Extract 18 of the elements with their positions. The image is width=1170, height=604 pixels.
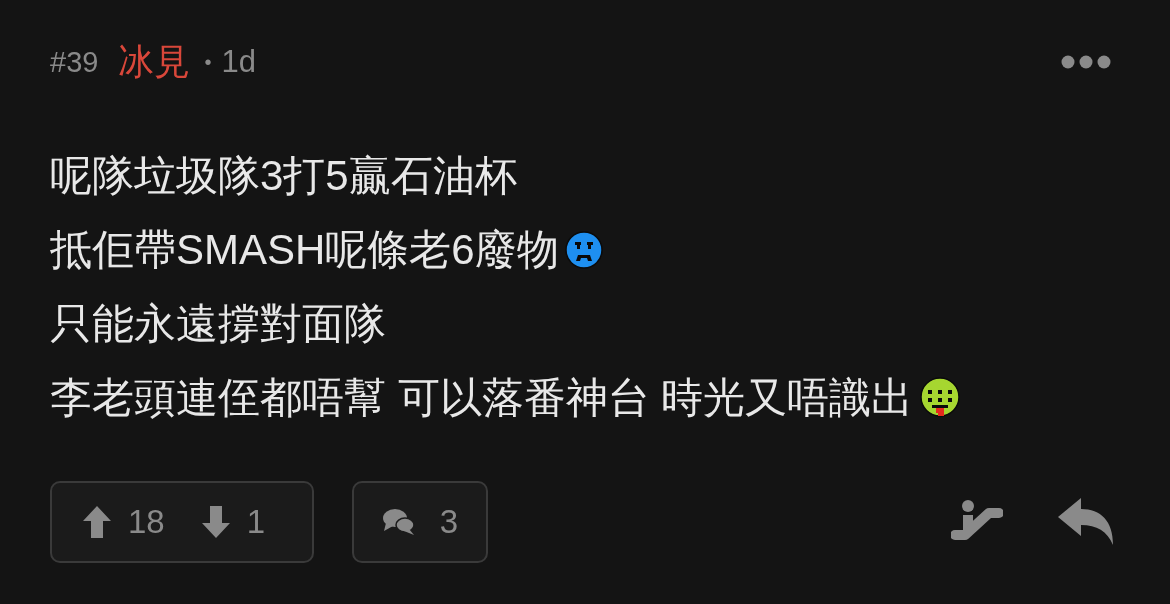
post-text-line: 呢隊垃圾隊3打5贏石油杯 — [50, 151, 517, 201]
comments-button[interactable]: 3 — [352, 481, 488, 563]
sad-face-icon — [564, 231, 603, 269]
speech-bubbles-icon — [381, 507, 416, 537]
more-options-icon[interactable] — [1061, 55, 1111, 69]
upvote-button[interactable]: 18 — [82, 503, 165, 541]
post-text-line: 只能永遠撐對面隊 — [50, 299, 386, 349]
post-number: #39 — [50, 45, 99, 79]
separator-dot: • — [204, 50, 212, 74]
post-age: 1d — [221, 44, 256, 80]
down-arrow-icon — [200, 505, 231, 539]
sick-face-icon — [919, 377, 962, 419]
reply-icon[interactable] — [1057, 497, 1115, 547]
downvote-button[interactable]: 1 — [200, 503, 266, 541]
up-arrow-icon — [82, 505, 112, 539]
post-text-line: 抵佢帶SMASH呢條老6廢物 — [50, 225, 559, 275]
post-text-line: 李老頭連侄都唔幫 可以落番神台 時光又唔識出 — [50, 373, 914, 423]
author-name[interactable]: 冰見 — [118, 37, 191, 87]
